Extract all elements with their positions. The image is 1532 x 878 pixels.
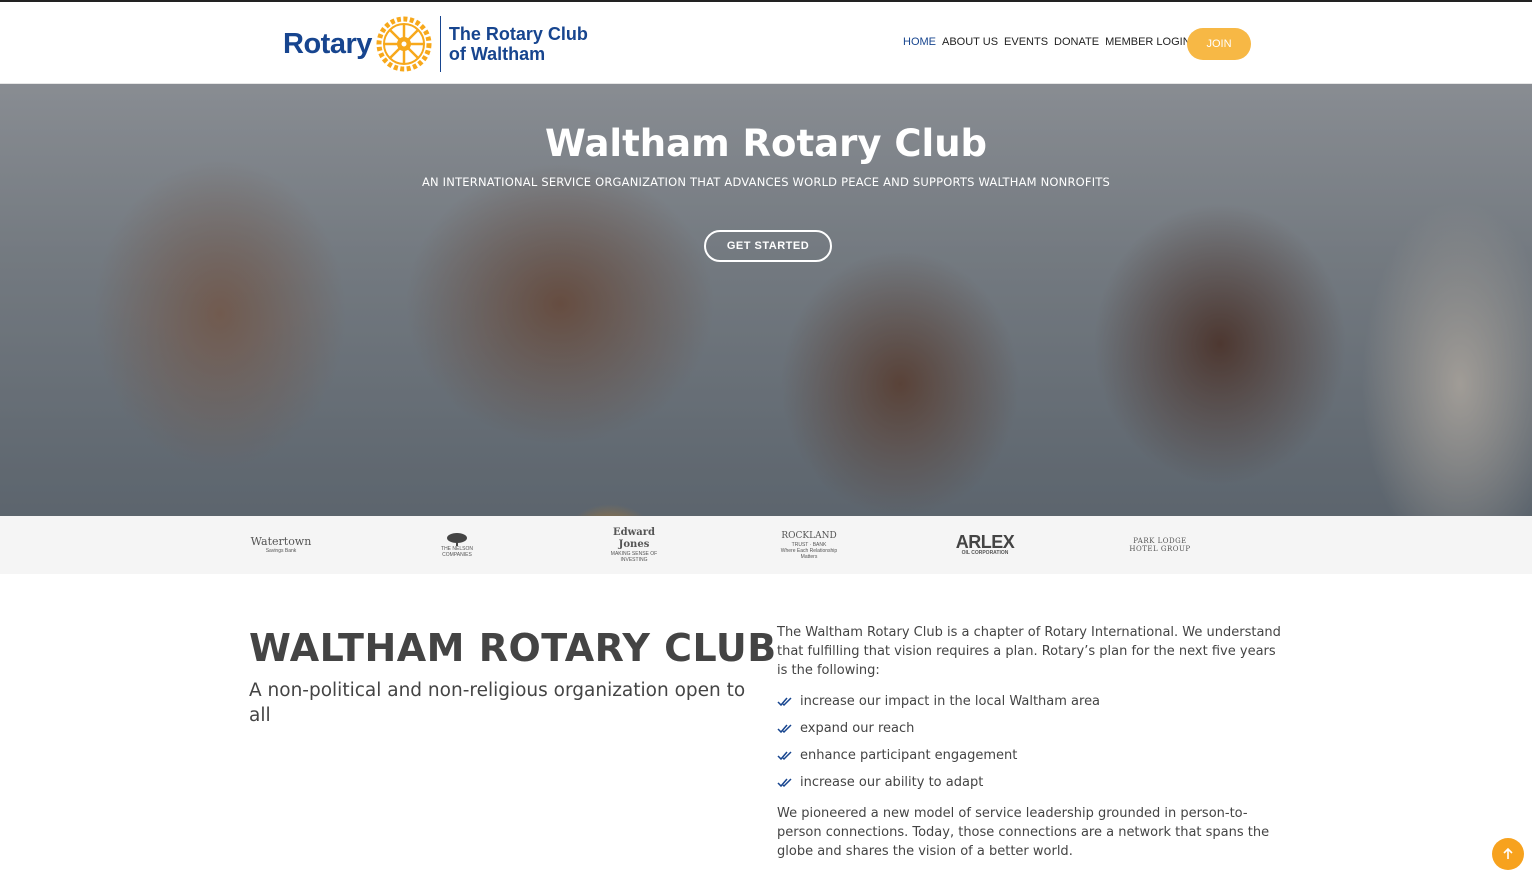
sponsor-watertown-sub: Savings Bank [265,548,297,554]
sponsor-nelson-name: THE NELSON COMPANIES [441,546,473,558]
logo-divider [439,16,441,72]
logo-wordmark: Rotary [283,27,372,60]
goals-list: increase our impact in the local Waltham… [777,688,1287,796]
sponsor-arlex-name: ARLEX [955,532,1015,552]
back-to-top-button[interactable] [1492,838,1524,870]
logo-club-name: The Rotary Club of Waltham [449,24,588,64]
about-body: The Waltham Rotary Club is a chapter of … [777,623,1287,869]
goal-text: increase our ability to adapt [800,775,984,790]
sponsor-strip: Watertown Savings Bank THE NELSON COMPAN… [0,516,1532,574]
main-nav: HOME ABOUT US EVENTS DONATE MEMBER LOGIN [903,36,1191,48]
double-check-icon [777,696,792,706]
nav-member-login[interactable]: MEMBER LOGIN [1105,36,1191,48]
sponsor-parklodge-line1: PARK LODGE [1133,537,1187,545]
list-item: expand our reach [777,715,1287,742]
logo-club-line1: The Rotary Club [448,24,588,44]
list-item: enhance participant engagement [777,742,1287,769]
sponsor-park-lodge-hotel-group[interactable]: PARK LODGE HOTEL GROUP [1128,530,1192,560]
about-title: WALTHAM ROTARY CLUB [249,626,777,670]
rotary-wheel-icon [376,16,432,72]
sponsor-arlex-sub: OIL CORPORATION [961,550,1009,556]
sponsor-arlex-oil[interactable]: ARLEX OIL CORPORATION [953,530,1017,560]
sponsor-rockland-trust[interactable]: ROCKLAND TRUST · BANK Where Each Relatio… [777,530,841,560]
hero-title: Waltham Rotary Club [544,122,988,165]
about-subtitle: A non-political and non-religious organi… [249,680,746,726]
sponsor-nelson-companies[interactable]: THE NELSON COMPANIES [428,530,486,560]
nav-home[interactable]: HOME [903,36,936,48]
nav-donate[interactable]: DONATE [1054,36,1099,48]
about-closing: We pioneered a new model of service lead… [777,806,1270,859]
site-logo[interactable]: Rotary The Rotary Club of Waltham [283,14,588,74]
sponsor-edward-jones[interactable]: Edward Jones MAKING SENSE OF INVESTING [603,527,665,563]
goal-text: expand our reach [800,721,915,736]
sponsor-watertown-savings-bank[interactable]: Watertown Savings Bank [249,530,313,560]
sponsor-rockland-name: ROCKLAND [781,531,837,541]
goal-text: enhance participant engagement [800,748,1018,763]
double-check-icon [777,750,792,760]
goal-text: increase our impact in the local Waltham… [800,694,1101,709]
hero-subtitle: AN INTERNATIONAL SERVICE ORGANIZATION TH… [421,175,1111,189]
nav-events[interactable]: EVENTS [1004,36,1048,48]
sponsor-edwardjones-name: Edward Jones [613,527,655,550]
get-started-button[interactable]: GET STARTED [704,230,832,262]
sponsor-parklodge-line2: HOTEL GROUP [1129,545,1191,553]
arrow-up-icon [1503,847,1513,859]
list-item: increase our ability to adapt [777,769,1287,796]
double-check-icon [777,723,792,733]
about-intro: The Waltham Rotary Club is a chapter of … [777,625,1281,678]
sponsor-rockland-tagline: Where Each Relationship Matters [780,548,838,560]
tree-icon [447,533,467,546]
site-header: Rotary The Rotary Club of Waltham HOME A… [0,2,1532,84]
nav-about-us[interactable]: ABOUT US [942,36,998,48]
double-check-icon [777,777,792,787]
sponsor-watertown-name: Watertown [250,535,312,548]
hero-banner: Waltham Rotary Club AN INTERNATIONAL SER… [0,84,1532,516]
list-item: increase our impact in the local Waltham… [777,688,1287,715]
join-button[interactable]: JOIN [1187,28,1251,60]
logo-club-line2: of Waltham [448,44,546,64]
sponsor-edwardjones-tagline: MAKING SENSE OF INVESTING [610,551,658,563]
